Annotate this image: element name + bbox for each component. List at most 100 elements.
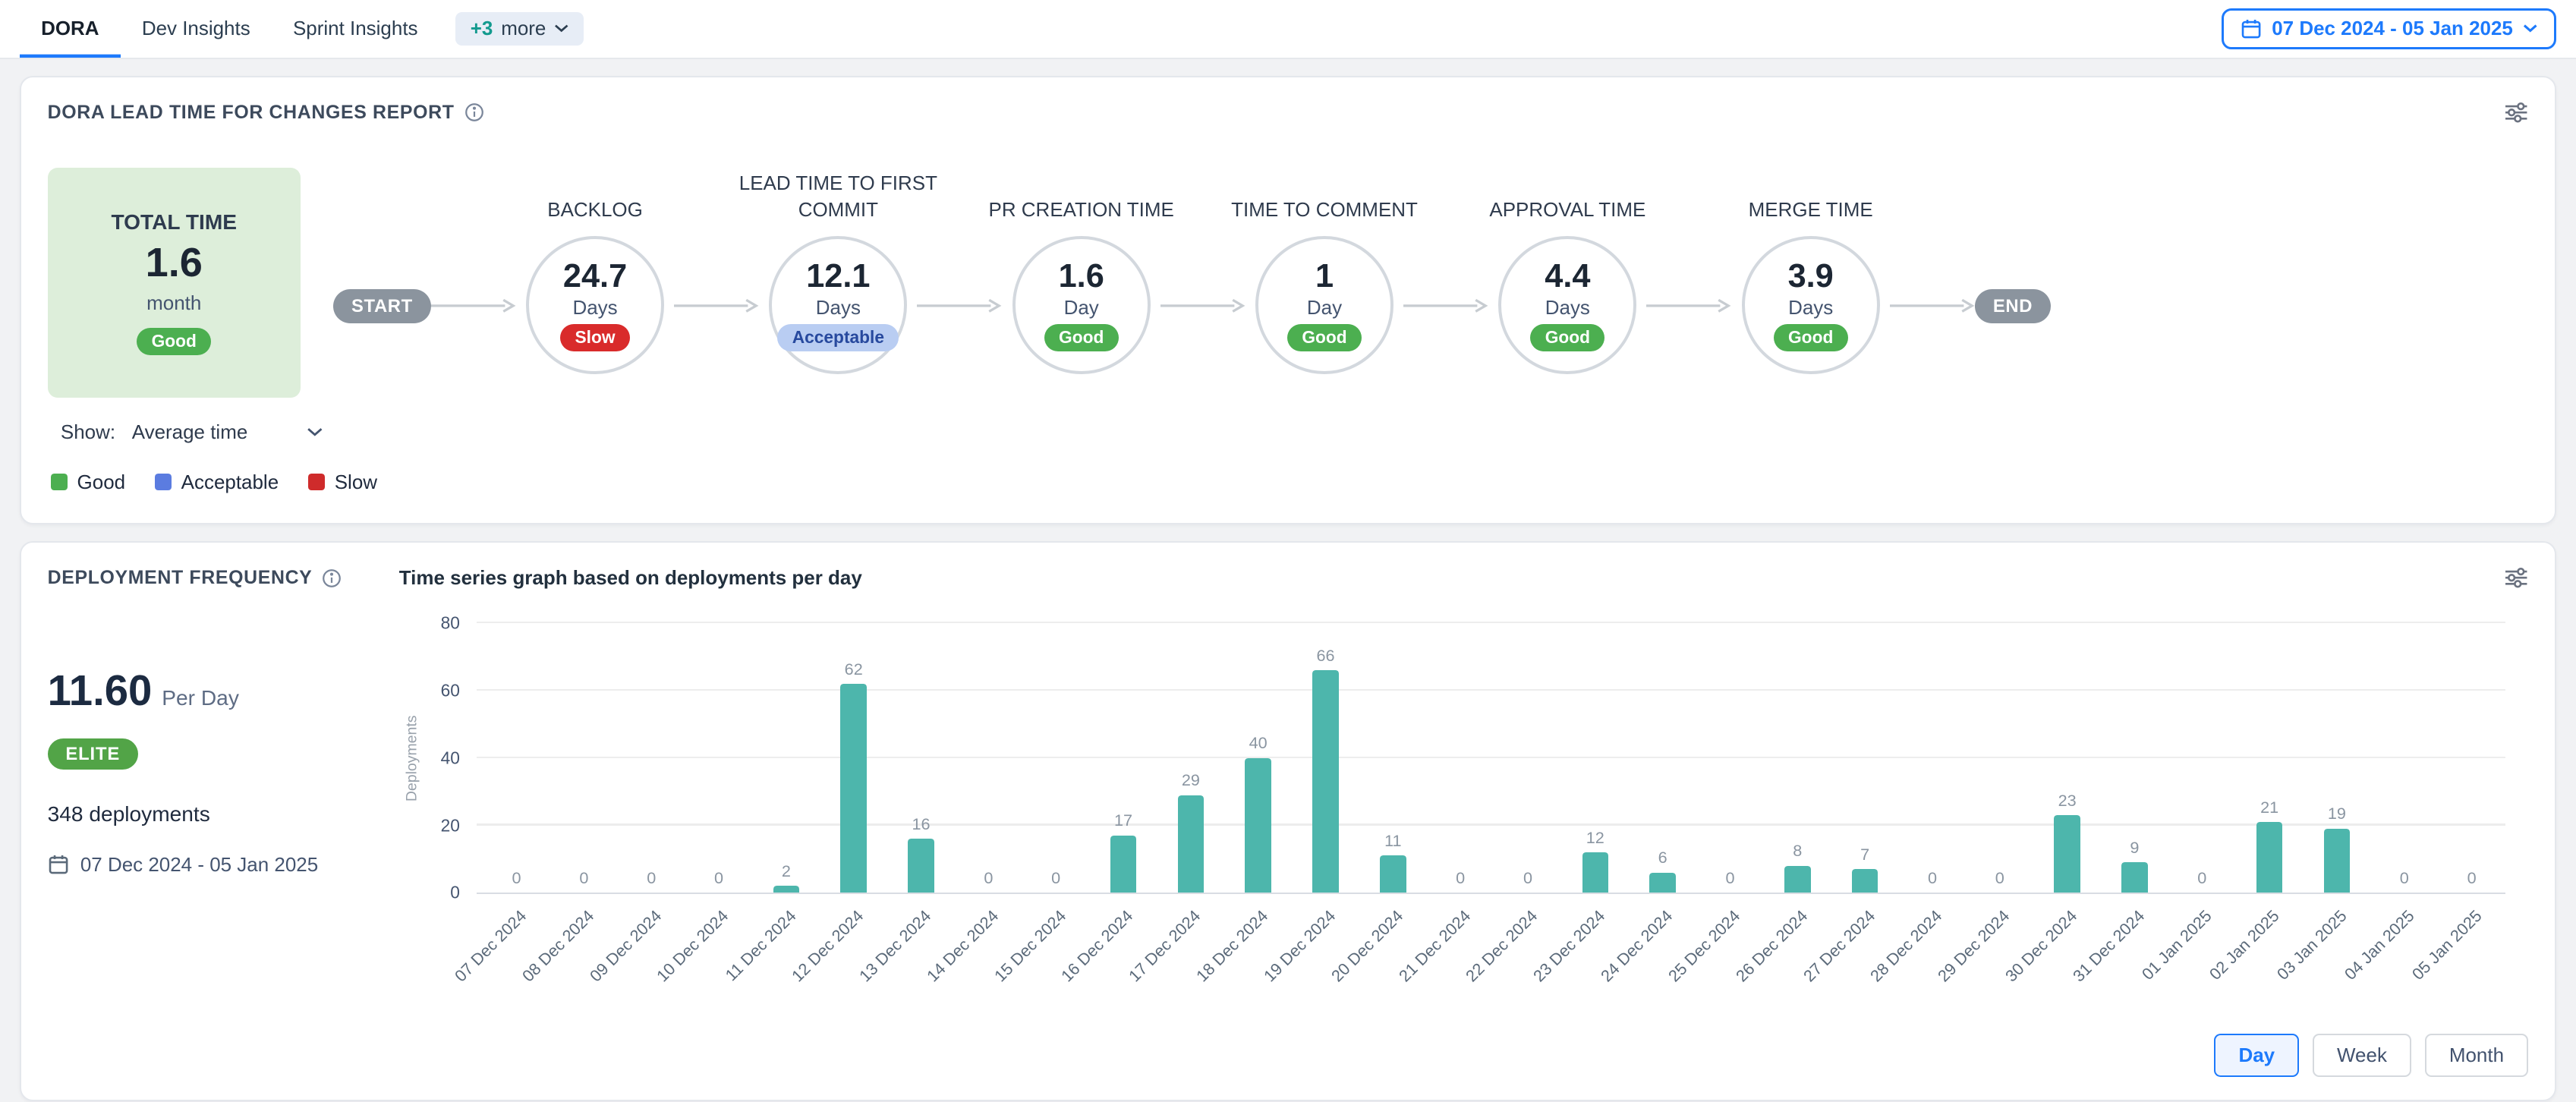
bar-rect[interactable] — [1110, 836, 1137, 893]
bar-13-dec-2024[interactable]: 1613 Dec 2024 — [887, 623, 955, 893]
bar-18-dec-2024[interactable]: 4018 Dec 2024 — [1224, 623, 1292, 893]
bar-rect[interactable] — [1380, 855, 1406, 893]
bar-rect[interactable] — [908, 839, 934, 893]
bar-22-dec-2024[interactable]: 022 Dec 2024 — [1494, 623, 1562, 893]
more-tabs-label: more — [501, 17, 546, 40]
bar-16-dec-2024[interactable]: 1716 Dec 2024 — [1090, 623, 1157, 893]
stage-circle[interactable]: 1DayGood — [1255, 236, 1393, 374]
bar-rect[interactable] — [1649, 873, 1676, 893]
bar-24-dec-2024[interactable]: 624 Dec 2024 — [1629, 623, 1696, 893]
x-axis-label: 02 Jan 2025 — [2206, 906, 2284, 984]
bar-value-label: 66 — [1316, 646, 1334, 666]
calendar-icon — [2241, 18, 2262, 39]
stage-value: 12.1 — [806, 260, 870, 294]
bar-11-dec-2024[interactable]: 211 Dec 2024 — [752, 623, 820, 893]
lead-time-flow: STARTBACKLOG24.7DaysSlowLEAD TIME TO FIR… — [333, 144, 2051, 374]
bar-rect[interactable] — [2256, 822, 2283, 893]
chevron-down-icon — [554, 24, 568, 33]
stage-value: 24.7 — [563, 260, 627, 294]
toggle-week[interactable]: Week — [2313, 1034, 2412, 1077]
bar-01-jan-2025[interactable]: 001 Jan 2025 — [2168, 623, 2236, 893]
settings-sliders-icon[interactable] — [2504, 100, 2528, 124]
bar-19-dec-2024[interactable]: 6619 Dec 2024 — [1292, 623, 1359, 893]
x-axis-label: 21 Dec 2024 — [1394, 906, 1474, 986]
tab-sprint-insights[interactable]: Sprint Insights — [272, 0, 439, 58]
bar-10-dec-2024[interactable]: 010 Dec 2024 — [685, 623, 753, 893]
legend-label: Good — [77, 471, 126, 494]
bar-09-dec-2024[interactable]: 009 Dec 2024 — [618, 623, 685, 893]
lead-time-flow-row: TOTAL TIME 1.6 month Good STARTBACKLOG24… — [48, 144, 2529, 397]
show-label: Show: — [61, 420, 115, 444]
info-icon[interactable] — [464, 102, 484, 122]
stage-circle[interactable]: 4.4DaysGood — [1498, 236, 1636, 374]
bar-rect[interactable] — [2324, 829, 2351, 893]
bar-03-jan-2025[interactable]: 1903 Jan 2025 — [2304, 623, 2371, 893]
bar-02-jan-2025[interactable]: 2102 Jan 2025 — [2236, 623, 2304, 893]
bar-value-label: 8 — [1793, 841, 1802, 861]
bar-15-dec-2024[interactable]: 015 Dec 2024 — [1022, 623, 1090, 893]
lead-time-panel: DORA LEAD TIME FOR CHANGES REPORT TOTAL … — [20, 76, 2556, 525]
date-range-picker[interactable]: 07 Dec 2024 - 05 Jan 2025 — [2222, 8, 2556, 49]
show-metric-dropdown[interactable]: Show: Average time — [61, 420, 323, 444]
bar-rect[interactable] — [1245, 758, 1271, 893]
legend-swatch — [155, 474, 172, 490]
stage-value: 4.4 — [1545, 260, 1590, 294]
bar-20-dec-2024[interactable]: 1120 Dec 2024 — [1359, 623, 1427, 893]
flow-arrow-icon — [917, 298, 1003, 314]
bar-29-dec-2024[interactable]: 029 Dec 2024 — [1966, 623, 2033, 893]
bar-30-dec-2024[interactable]: 2330 Dec 2024 — [2033, 623, 2101, 893]
bar-value-label: 0 — [1928, 868, 1937, 888]
bar-value-label: 0 — [1725, 868, 1734, 888]
stage-circle[interactable]: 24.7DaysSlow — [526, 236, 664, 374]
info-icon[interactable] — [322, 568, 342, 588]
bar-27-dec-2024[interactable]: 727 Dec 2024 — [1831, 623, 1899, 893]
x-axis-label: 28 Dec 2024 — [1866, 906, 1946, 986]
more-tabs-chip[interactable]: +3 more — [455, 12, 584, 46]
bar-rect[interactable] — [1784, 866, 1811, 893]
deployment-frequency-panel: DEPLOYMENT FREQUENCY Time series graph b… — [20, 541, 2556, 1101]
status-badge: Acceptable — [777, 324, 899, 351]
legend-label: Acceptable — [181, 471, 279, 494]
bar-value-label: 16 — [912, 814, 931, 834]
bar-23-dec-2024[interactable]: 1223 Dec 2024 — [1561, 623, 1629, 893]
bar-12-dec-2024[interactable]: 6212 Dec 2024 — [820, 623, 887, 893]
stage-circle[interactable]: 3.9DaysGood — [1742, 236, 1880, 374]
bar-08-dec-2024[interactable]: 008 Dec 2024 — [550, 623, 618, 893]
stage-circle[interactable]: 1.6DayGood — [1012, 236, 1151, 374]
flow-arrow-icon — [1160, 298, 1246, 314]
chart-plot: 020406080007 Dec 2024008 Dec 2024009 Dec… — [477, 623, 2506, 894]
toggle-month[interactable]: Month — [2425, 1034, 2529, 1077]
bar-21-dec-2024[interactable]: 021 Dec 2024 — [1427, 623, 1494, 893]
tab-dora[interactable]: DORA — [20, 0, 121, 58]
deployment-date-text: 07 Dec 2024 - 05 Jan 2025 — [80, 853, 318, 877]
tab-dev-insights[interactable]: Dev Insights — [121, 0, 272, 58]
bar-rect[interactable] — [840, 684, 867, 893]
bar-rect[interactable] — [2121, 862, 2148, 893]
bar-25-dec-2024[interactable]: 025 Dec 2024 — [1696, 623, 1764, 893]
stage-value: 1 — [1315, 260, 1334, 294]
bar-rect[interactable] — [773, 886, 800, 893]
bar-04-jan-2025[interactable]: 004 Jan 2025 — [2370, 623, 2438, 893]
bar-17-dec-2024[interactable]: 2917 Dec 2024 — [1157, 623, 1224, 893]
bar-05-jan-2025[interactable]: 005 Jan 2025 — [2438, 623, 2505, 893]
bar-14-dec-2024[interactable]: 014 Dec 2024 — [955, 623, 1022, 893]
bar-rect[interactable] — [1582, 852, 1609, 893]
view-toggle-group: Day Week Month — [48, 1034, 2529, 1077]
flow-arrow-icon — [431, 298, 517, 314]
bar-07-dec-2024[interactable]: 007 Dec 2024 — [483, 623, 550, 893]
stage-title: PR CREATION TIME — [956, 197, 1206, 223]
x-axis-label: 29 Dec 2024 — [1934, 906, 2014, 986]
bar-rect[interactable] — [1178, 795, 1205, 893]
bar-31-dec-2024[interactable]: 931 Dec 2024 — [2101, 623, 2168, 893]
settings-sliders-icon[interactable] — [2504, 565, 2528, 590]
bar-rect[interactable] — [1312, 670, 1339, 893]
bar-26-dec-2024[interactable]: 826 Dec 2024 — [1764, 623, 1831, 893]
y-axis-title: Deployments — [401, 623, 424, 894]
toggle-day[interactable]: Day — [2214, 1034, 2299, 1077]
x-axis-label: 03 Jan 2025 — [2273, 906, 2351, 984]
bar-rect[interactable] — [2054, 815, 2080, 893]
bar-rect[interactable] — [1852, 869, 1878, 893]
stage-value: 3.9 — [1788, 260, 1834, 294]
stage-circle[interactable]: 12.1DaysAcceptable — [769, 236, 907, 374]
bar-28-dec-2024[interactable]: 028 Dec 2024 — [1899, 623, 1967, 893]
